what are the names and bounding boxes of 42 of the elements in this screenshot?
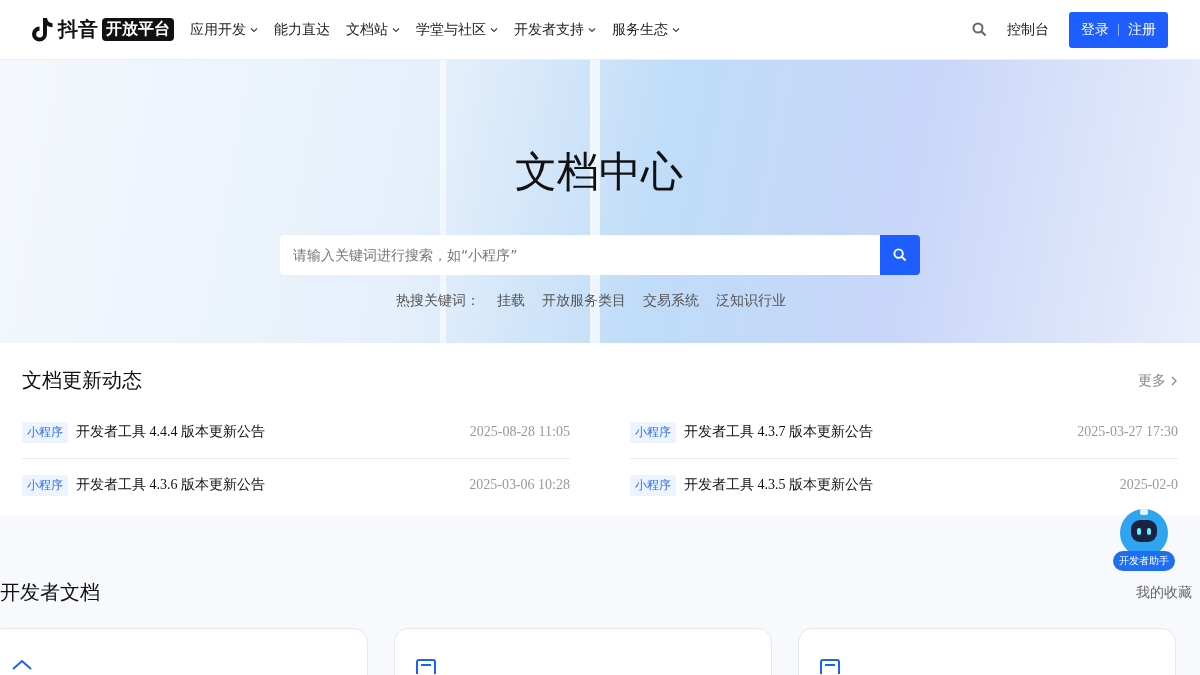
nav-menu-item[interactable]: 服务生态 xyxy=(612,20,680,39)
hot-keywords-label: 热搜关键词： xyxy=(396,292,480,310)
section-title: 文档更新动态 xyxy=(22,367,142,394)
brand-badge: 开放平台 xyxy=(102,18,174,41)
favorites-link[interactable]: 我的收藏 xyxy=(1136,583,1192,602)
update-date: 2025-08-28 11:05 xyxy=(469,424,570,440)
assistant-label: 开发者助手 xyxy=(1113,551,1175,571)
update-date: 2025-03-06 10:28 xyxy=(469,477,570,493)
search-icon[interactable] xyxy=(972,22,987,37)
search-field[interactable]: 请输入关键词进行搜索，如“小程序” xyxy=(280,235,880,275)
assistant-widget[interactable]: 开发者助手 xyxy=(1112,505,1176,571)
hot-keyword-link[interactable]: 交易系统 xyxy=(643,292,699,310)
update-title-link[interactable]: 开发者工具 4.3.6 版本更新公告 xyxy=(76,476,265,494)
update-date: 2025-02-0 xyxy=(1119,477,1178,493)
update-date: 2025-03-27 17:30 xyxy=(1077,424,1178,440)
nav-menu-item[interactable]: 开发者支持 xyxy=(514,20,596,39)
chevron-right-icon xyxy=(1170,375,1178,386)
hot-keyword-link[interactable]: 泛知识行业 xyxy=(716,292,786,310)
nav-menu-item[interactable]: 应用开发 xyxy=(190,20,258,39)
search-button[interactable] xyxy=(880,235,920,275)
nav-menu-item[interactable]: 能力直达 xyxy=(274,20,330,39)
update-title-link[interactable]: 开发者工具 4.3.5 版本更新公告 xyxy=(684,476,873,494)
update-title-link[interactable]: 开发者工具 4.3.7 版本更新公告 xyxy=(684,423,873,441)
music-note-logo-icon xyxy=(32,16,54,43)
document-icon xyxy=(415,659,437,675)
category-tag: 小程序 xyxy=(22,474,68,496)
more-link[interactable]: 更多 xyxy=(1138,371,1178,390)
category-tag: 小程序 xyxy=(630,421,676,443)
category-tag: 小程序 xyxy=(22,421,68,443)
console-link[interactable]: 控制台 xyxy=(1007,20,1049,39)
hero-title: 文档中心 xyxy=(515,146,683,198)
section-title: 开发者文档 xyxy=(0,579,100,606)
hot-keyword-link[interactable]: 开放服务类目 xyxy=(542,292,626,310)
search-icon xyxy=(893,248,907,262)
login-register-button[interactable]: 登录 注册 xyxy=(1069,11,1168,48)
update-title-link[interactable]: 开发者工具 4.4.4 版本更新公告 xyxy=(76,423,265,441)
nav-menu-item[interactable]: 学堂与社区 xyxy=(416,20,498,39)
nav-menu-item[interactable]: 文档站 xyxy=(346,20,400,39)
document-icon xyxy=(819,659,841,675)
category-tag: 小程序 xyxy=(630,474,676,496)
hot-keyword-link[interactable]: 挂载 xyxy=(497,292,525,310)
brand-name: 抖音 xyxy=(58,16,98,43)
